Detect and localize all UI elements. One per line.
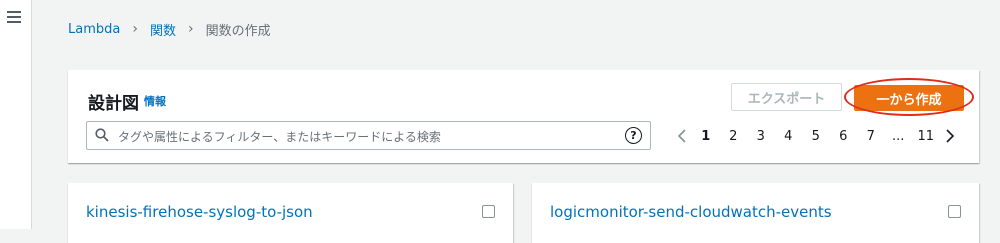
help-icon[interactable]: ? <box>625 127 642 144</box>
breadcrumb-current: 関数の作成 <box>205 23 271 39</box>
page-1[interactable]: 1 <box>692 129 720 144</box>
blueprints-panel: 設計図 情報 エクスポート 一から作成 タグや属性によるフィルター、またはキーワ… <box>68 70 979 163</box>
breadcrumb: Lambda › 関数 › 関数の作成 <box>68 20 271 39</box>
search-placeholder: タグや属性によるフィルター、またはキーワードによる検索 <box>118 130 441 144</box>
search-input[interactable]: タグや属性によるフィルター、またはキーワードによる検索 ? <box>86 121 651 150</box>
page-5[interactable]: 5 <box>802 129 830 144</box>
blueprint-checkbox[interactable] <box>482 205 495 218</box>
search-icon <box>95 128 109 142</box>
author-from-scratch-button[interactable]: 一から作成 <box>854 85 964 111</box>
pagination: 1 2 3 4 5 6 7 ... 11 <box>672 126 960 146</box>
next-page-icon[interactable] <box>940 129 960 143</box>
blueprint-card-title[interactable]: logicmonitor-send-cloudwatch-events <box>550 203 832 221</box>
info-link[interactable]: 情報 <box>144 93 166 109</box>
page-6[interactable]: 6 <box>830 129 858 144</box>
export-button[interactable]: エクスポート <box>731 83 842 111</box>
page-7[interactable]: 7 <box>857 129 885 144</box>
chevron-right-icon: › <box>187 21 194 37</box>
panel-title: 設計図 <box>88 94 139 114</box>
page-2[interactable]: 2 <box>720 129 748 144</box>
blueprint-card[interactable]: kinesis-firehose-syslog-to-json <box>68 183 513 243</box>
blueprint-card-title[interactable]: kinesis-firehose-syslog-to-json <box>86 203 313 221</box>
chevron-right-icon: › <box>132 21 138 37</box>
page-ellipsis: ... <box>892 128 905 144</box>
page-3[interactable]: 3 <box>747 129 775 144</box>
previous-page-icon[interactable] <box>672 129 692 143</box>
side-navigation <box>0 0 32 229</box>
page-11[interactable]: 11 <box>912 129 940 144</box>
blueprint-checkbox[interactable] <box>948 205 961 218</box>
breadcrumb-lambda[interactable]: Lambda <box>68 22 120 37</box>
blueprint-card[interactable]: logicmonitor-send-cloudwatch-events <box>532 183 979 243</box>
page-4[interactable]: 4 <box>775 129 803 144</box>
menu-icon[interactable] <box>7 11 21 26</box>
breadcrumb-functions[interactable]: 関数 <box>150 20 176 39</box>
